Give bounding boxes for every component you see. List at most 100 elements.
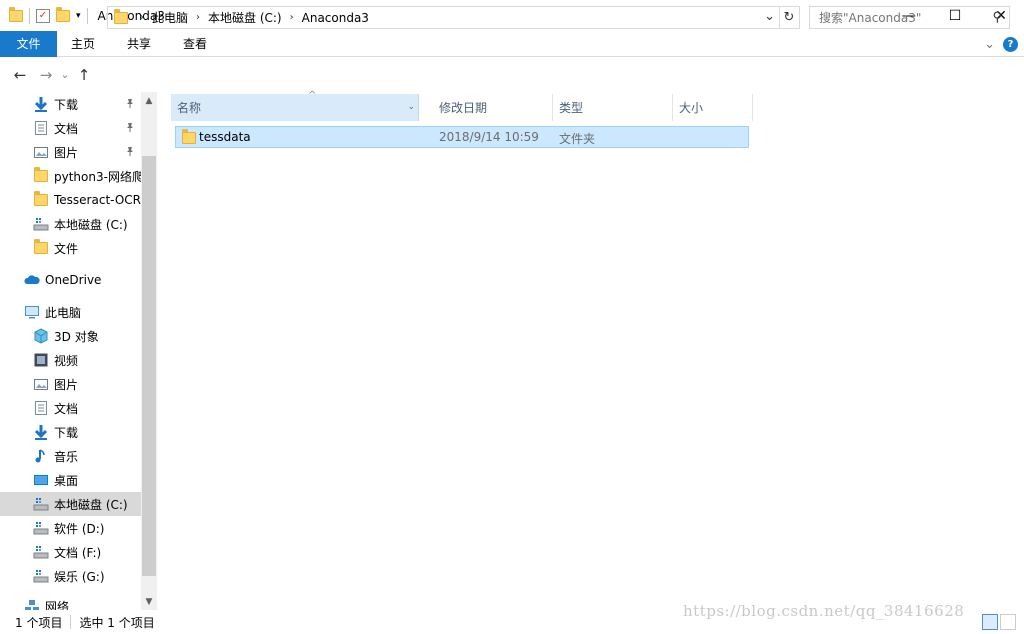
download-icon [33, 96, 49, 112]
address-dropdown-icon[interactable]: ⌄ [764, 9, 775, 24]
sidebar-item-label: 图片 [54, 145, 79, 160]
item-count: 1 个项目 [15, 615, 63, 630]
sidebar-item-label: python3-网络爬 [54, 169, 141, 184]
pin-icon[interactable] [125, 146, 135, 159]
column-header-size[interactable]: 大小 [673, 94, 753, 121]
pin-icon[interactable] [125, 122, 135, 135]
ribbon-tabs: 文件 主页 共享 查看 ⌄ ? [0, 30, 1024, 57]
sidebar-item-label: OneDrive [45, 273, 102, 287]
selected-count: 选中 1 个项目 [79, 615, 155, 630]
sidebar-item-label: 文件 [54, 241, 79, 256]
scroll-up-icon[interactable]: ▲ [141, 92, 157, 109]
tab-file[interactable]: 文件 [0, 30, 57, 57]
folder-icon [114, 8, 128, 24]
refresh-button[interactable]: ↻ [779, 6, 800, 29]
quick-access-toolbar: ✓ ▾ [0, 0, 94, 31]
sidebar-item-label: 网络 [45, 599, 70, 611]
download-icon [33, 424, 49, 440]
sidebar-item[interactable]: 本地磁盘 (C:) [0, 212, 141, 236]
column-header-date[interactable]: 修改日期 [433, 94, 553, 121]
sidebar-item[interactable]: 文档 (F:) [0, 540, 141, 564]
sidebar-item[interactable]: 图片 [0, 140, 141, 164]
breadcrumb-separator[interactable]: › [290, 12, 294, 23]
toolbar-divider [29, 7, 30, 24]
sidebar-item-label: 音乐 [54, 449, 79, 464]
breadcrumb-current-folder[interactable]: Anaconda3 [302, 11, 369, 25]
breadcrumb-separator[interactable]: › [140, 12, 144, 23]
sidebar-item[interactable]: 下载 [0, 420, 141, 444]
help-icon[interactable]: ? [1003, 36, 1018, 52]
pin-icon[interactable] [125, 98, 135, 111]
customize-toolbar-icon[interactable]: ▾ [76, 11, 81, 21]
toolbar-divider [86, 7, 88, 24]
scroll-thumb[interactable] [142, 156, 156, 576]
breadcrumb-this-pc[interactable]: 此电脑 [152, 9, 188, 26]
sidebar-item[interactable]: 本地磁盘 (C:) [0, 492, 141, 516]
sidebar-item[interactable]: 3D 对象 [0, 324, 141, 348]
forward-button[interactable]: → [34, 63, 58, 87]
tab-home[interactable]: 主页 [57, 31, 111, 57]
sidebar-item-label: 本地磁盘 (C:) [54, 497, 128, 512]
sidebar-item[interactable]: 文档 [0, 116, 141, 140]
drive-icon [33, 568, 49, 584]
recent-locations-button[interactable]: ⌄ [58, 63, 72, 87]
folder-icon [33, 239, 49, 256]
sidebar-item[interactable]: 娱乐 (G:) [0, 564, 141, 588]
sidebar-item[interactable]: 桌面 [0, 468, 141, 492]
sidebar-item[interactable]: 图片 [0, 372, 141, 396]
table-row[interactable]: tessdata 2018/9/14 10:59 文件夹 [175, 126, 749, 148]
sidebar-item[interactable]: 此电脑 [0, 300, 141, 324]
sort-ascending-icon: ^ [308, 90, 317, 101]
sidebar-item-label: 文档 [54, 401, 79, 416]
sidebar-item[interactable]: 下载 [0, 92, 141, 116]
navigation-row: ← → ⌄ ↑ [0, 57, 1024, 92]
tab-share[interactable]: 共享 [111, 31, 167, 57]
sidebar-item-label: 视频 [54, 353, 79, 368]
document-icon [33, 400, 49, 416]
desktop-icon [33, 472, 49, 488]
picture-icon [33, 376, 49, 392]
folder-icon [33, 167, 49, 184]
new-folder-icon[interactable] [56, 6, 70, 22]
back-button[interactable]: ← [8, 63, 32, 87]
tab-view[interactable]: 查看 [167, 31, 223, 57]
sidebar-item[interactable]: 文件 [0, 236, 141, 260]
details-view-icon[interactable] [982, 614, 998, 630]
properties-icon[interactable]: ✓ [36, 8, 50, 23]
video-icon [33, 352, 49, 368]
search-box[interactable]: ⚲ [809, 6, 1010, 29]
column-header-type[interactable]: 类型 [553, 94, 673, 121]
address-bar[interactable]: › 此电脑 › 本地磁盘 (C:) › Anaconda3 ⌄ [107, 6, 780, 29]
up-button[interactable]: ↑ [72, 63, 96, 87]
column-header-name[interactable]: 名称 ^ ⌄ [171, 90, 419, 121]
sidebar-item[interactable]: 视频 [0, 348, 141, 372]
sidebar-item-label: 图片 [54, 377, 79, 392]
search-icon[interactable]: ⚲ [992, 10, 1002, 25]
breadcrumb-separator[interactable]: › [196, 12, 200, 23]
large-icons-view-icon[interactable] [1000, 614, 1016, 630]
sidebar-item-label: 下载 [54, 425, 79, 440]
ribbon-right: ⌄ ? [984, 31, 1018, 57]
nav-scrollbar[interactable]: ▲ ▼ [141, 92, 157, 610]
sidebar-item[interactable]: Tesseract-OCR [0, 188, 141, 212]
sidebar-item-label: 娱乐 (G:) [54, 569, 105, 584]
sidebar-item[interactable]: 文档 [0, 396, 141, 420]
breadcrumb-local-disk[interactable]: 本地磁盘 (C:) [208, 9, 282, 26]
drive-icon [33, 216, 49, 232]
sidebar-item[interactable]: 音乐 [0, 444, 141, 468]
chevron-down-icon[interactable]: ⌄ [407, 102, 415, 112]
watermark: https://blog.csdn.net/qq_38416628 [683, 602, 965, 620]
search-input[interactable] [819, 10, 984, 25]
drive-icon [33, 496, 49, 512]
network-icon [24, 598, 40, 610]
sidebar-item[interactable]: OneDrive [0, 268, 141, 292]
folder-icon [9, 6, 23, 22]
sidebar-item-label: 此电脑 [45, 305, 82, 320]
drive-icon [33, 520, 49, 536]
sidebar-item[interactable]: python3-网络爬 [0, 164, 141, 188]
chevron-down-icon[interactable]: ⌄ [984, 37, 995, 52]
sidebar-item[interactable]: 网络 [0, 594, 141, 610]
sidebar-item[interactable]: 软件 (D:) [0, 516, 141, 540]
sidebar-item-label: 本地磁盘 (C:) [54, 217, 128, 232]
scroll-down-icon[interactable]: ▼ [141, 593, 157, 610]
